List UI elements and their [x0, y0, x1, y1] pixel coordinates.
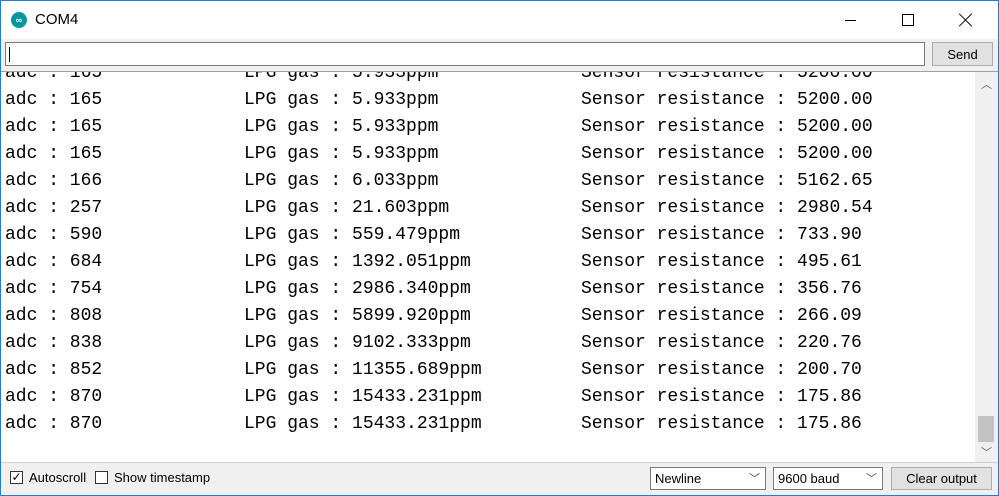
sensor-resistance-value: Sensor resistance : 733.90: [581, 225, 862, 245]
output-lines: adc : 165 LPG gas : 5.933ppm Sensor resist…: [5, 71, 965, 438]
bottom-bar: ✓ Autoscroll Show timestamp Newline ﹀ 96…: [1, 462, 998, 495]
output-line: adc : 852 LPG gas : 11355.689ppm Sensor re…: [5, 357, 965, 384]
adc-value: adc : 838: [5, 333, 103, 353]
chevron-down-icon: ﹀: [749, 473, 760, 485]
maximize-icon: [902, 14, 914, 26]
serial-send-input[interactable]: [5, 42, 925, 66]
adc-value: adc : 852: [5, 360, 103, 380]
adc-value: adc : 590: [5, 225, 103, 245]
adc-value: adc : 165: [5, 71, 103, 83]
adc-value: adc : 870: [5, 387, 103, 407]
adc-value: adc : 754: [5, 279, 103, 299]
sensor-resistance-value: Sensor resistance : 5200.00: [581, 71, 873, 83]
sensor-resistance-value: Sensor resistance : 175.86: [581, 414, 862, 434]
output-line: adc : 754 LPG gas : 2986.340ppm Sensor res…: [5, 276, 965, 303]
vertical-scrollbar[interactable]: ︿ ﹀: [975, 71, 998, 463]
sensor-resistance-value: Sensor resistance : 356.76: [581, 279, 862, 299]
clear-output-button[interactable]: Clear output: [891, 467, 992, 490]
line-ending-select[interactable]: Newline ﹀: [650, 467, 766, 490]
line-ending-value: Newline: [655, 471, 702, 486]
lpg-gas-value: LPG gas : 11355.689ppm: [244, 360, 482, 380]
lpg-gas-value: LPG gas : 559.479ppm: [244, 225, 461, 245]
sensor-resistance-value: Sensor resistance : 5200.00: [581, 144, 873, 164]
serial-output[interactable]: adc : 165 LPG gas : 5.933ppm Sensor resist…: [1, 71, 975, 463]
sensor-resistance-value: Sensor resistance : 175.86: [581, 387, 862, 407]
lpg-gas-value: LPG gas : 6.033ppm: [244, 171, 439, 191]
close-icon: [959, 13, 973, 27]
minimize-button[interactable]: [821, 1, 879, 39]
sensor-resistance-value: Sensor resistance : 200.70: [581, 360, 862, 380]
window-title: COM4: [35, 11, 79, 28]
show-timestamp-label[interactable]: Show timestamp: [114, 470, 210, 485]
chevron-down-icon: ﹀: [866, 473, 877, 485]
scroll-up-arrow-icon[interactable]: ︿: [975, 74, 998, 94]
output-line: adc : 165 LPG gas : 5.933ppm Sensor resist…: [5, 87, 965, 114]
serial-monitor-window: ∞ COM4 Send adc : 165 LPG gas : 5.933ppm S…: [0, 0, 999, 496]
adc-value: adc : 870: [5, 414, 103, 434]
sensor-resistance-value: Sensor resistance : 5200.00: [581, 90, 873, 110]
output-line: adc : 166 LPG gas : 6.033ppm Sensor resist…: [5, 168, 965, 195]
sensor-resistance-value: Sensor resistance : 5200.00: [581, 117, 873, 137]
adc-value: adc : 808: [5, 306, 103, 326]
sensor-resistance-value: Sensor resistance : 5162.65: [581, 171, 873, 191]
sensor-resistance-value: Sensor resistance : 495.61: [581, 252, 862, 272]
output-line: adc : 165 LPG gas : 5.933ppm Sensor resist…: [5, 141, 965, 168]
sensor-resistance-value: Sensor resistance : 220.76: [581, 333, 862, 353]
adc-value: adc : 684: [5, 252, 103, 272]
output-line: adc : 870 LPG gas : 15433.231ppm Sensor re…: [5, 411, 965, 438]
baud-rate-value: 9600 baud: [778, 471, 840, 486]
send-button[interactable]: Send: [932, 42, 993, 66]
output-line: adc : 257 LPG gas : 21.603ppm Sensor resis…: [5, 195, 965, 222]
output-line: adc : 684 LPG gas : 1392.051ppm Sensor res…: [5, 249, 965, 276]
lpg-gas-value: LPG gas : 21.603ppm: [244, 198, 450, 218]
show-timestamp-checkbox[interactable]: [95, 471, 108, 484]
lpg-gas-value: LPG gas : 1392.051ppm: [244, 252, 471, 272]
lpg-gas-value: LPG gas : 5.933ppm: [244, 71, 439, 83]
adc-value: adc : 165: [5, 90, 103, 110]
lpg-gas-value: LPG gas : 9102.333ppm: [244, 333, 471, 353]
title-bar[interactable]: ∞ COM4: [1, 1, 998, 39]
scroll-thumb[interactable]: [978, 416, 994, 442]
maximize-button[interactable]: [879, 1, 937, 39]
output-line: adc : 838 LPG gas : 9102.333ppm Sensor res…: [5, 330, 965, 357]
send-row: Send: [1, 39, 998, 71]
lpg-gas-value: LPG gas : 5.933ppm: [244, 117, 439, 137]
sensor-resistance-value: Sensor resistance : 2980.54: [581, 198, 873, 218]
scroll-down-arrow-icon[interactable]: ﹀: [975, 442, 998, 462]
output-line: adc : 165 LPG gas : 5.933ppm Sensor resist…: [5, 114, 965, 141]
autoscroll-checkbox[interactable]: ✓: [10, 471, 23, 484]
lpg-gas-value: LPG gas : 15433.231ppm: [244, 387, 482, 407]
close-button[interactable]: [937, 1, 995, 39]
lpg-gas-value: LPG gas : 15433.231ppm: [244, 414, 482, 434]
adc-value: adc : 165: [5, 144, 103, 164]
arduino-icon: ∞: [11, 12, 27, 28]
lpg-gas-value: LPG gas : 5.933ppm: [244, 144, 439, 164]
adc-value: adc : 165: [5, 117, 103, 137]
output-line: adc : 590 LPG gas : 559.479ppm Sensor resi…: [5, 222, 965, 249]
text-caret: [9, 47, 10, 62]
lpg-gas-value: LPG gas : 5.933ppm: [244, 90, 439, 110]
adc-value: adc : 257: [5, 198, 103, 218]
adc-value: adc : 166: [5, 171, 103, 191]
output-line: adc : 870 LPG gas : 15433.231ppm Sensor re…: [5, 384, 965, 411]
baud-rate-select[interactable]: 9600 baud ﹀: [773, 467, 883, 490]
autoscroll-label[interactable]: Autoscroll: [29, 470, 86, 485]
output-line: adc : 165 LPG gas : 5.933ppm Sensor resist…: [5, 71, 965, 87]
lpg-gas-value: LPG gas : 5899.920ppm: [244, 306, 471, 326]
output-line: adc : 808 LPG gas : 5899.920ppm Sensor res…: [5, 303, 965, 330]
minimize-icon: [844, 19, 856, 21]
lpg-gas-value: LPG gas : 2986.340ppm: [244, 279, 471, 299]
sensor-resistance-value: Sensor resistance : 266.09: [581, 306, 862, 326]
